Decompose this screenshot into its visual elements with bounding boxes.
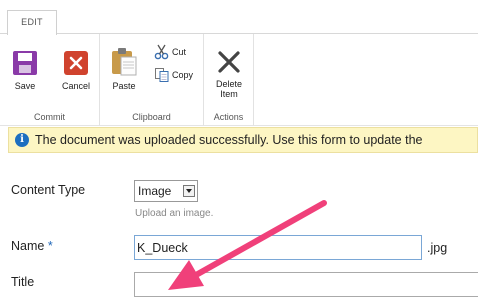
chevron-down-icon [183,185,195,197]
status-message-text: The document was uploaded successfully. … [35,133,423,147]
copy-icon [155,68,169,82]
ribbon-tab-bar: EDIT [0,0,478,35]
delete-icon [218,51,240,73]
group-label-actions: Actions [213,112,244,122]
status-message-bar: i The document was uploaded successfully… [8,127,478,153]
content-type-select[interactable]: Image [134,180,198,202]
save-button[interactable]: Save [8,50,42,91]
ribbon-group-clipboard: Paste Cut Copy Clipboard [100,34,204,126]
delete-label-line2: Item [220,89,238,99]
ribbon-group-commit: Save Cancel Commit [0,34,100,126]
ribbon: Save Cancel Commit Paste Cut Copy Clipbo… [0,34,478,126]
ribbon-group-actions: Delete Item Actions [204,34,254,126]
cancel-label: Cancel [61,81,90,91]
content-type-label: Content Type [11,183,86,197]
paste-icon [112,48,137,76]
group-label-clipboard: Clipboard [132,112,171,122]
content-type-value: Image [138,184,172,198]
copy-button[interactable]: Copy [154,67,193,83]
name-input[interactable] [134,235,422,260]
content-type-hint: Upload an image. [135,208,214,219]
cut-button[interactable]: Cut [154,44,186,60]
scissors-icon [154,44,169,60]
required-marker: * [47,239,53,253]
paste-button[interactable]: Paste [108,46,140,91]
name-label-text: Name [11,239,45,253]
group-label-commit: Commit [34,112,65,122]
save-label: Save [14,81,36,91]
delete-label-line1: Delete [215,79,242,89]
info-icon: i [15,133,29,147]
cut-label: Cut [172,47,187,57]
save-icon [13,51,37,75]
tab-edit[interactable]: EDIT [7,10,57,35]
title-input[interactable] [134,272,478,297]
copy-label: Copy [172,70,194,80]
file-extension: .jpg [427,241,448,255]
cancel-icon [64,51,88,75]
cancel-button[interactable]: Cancel [58,50,94,91]
name-label: Name * [11,239,53,253]
title-label: Title [11,275,35,289]
paste-label: Paste [112,81,136,91]
delete-item-button[interactable]: Delete Item [210,48,248,99]
